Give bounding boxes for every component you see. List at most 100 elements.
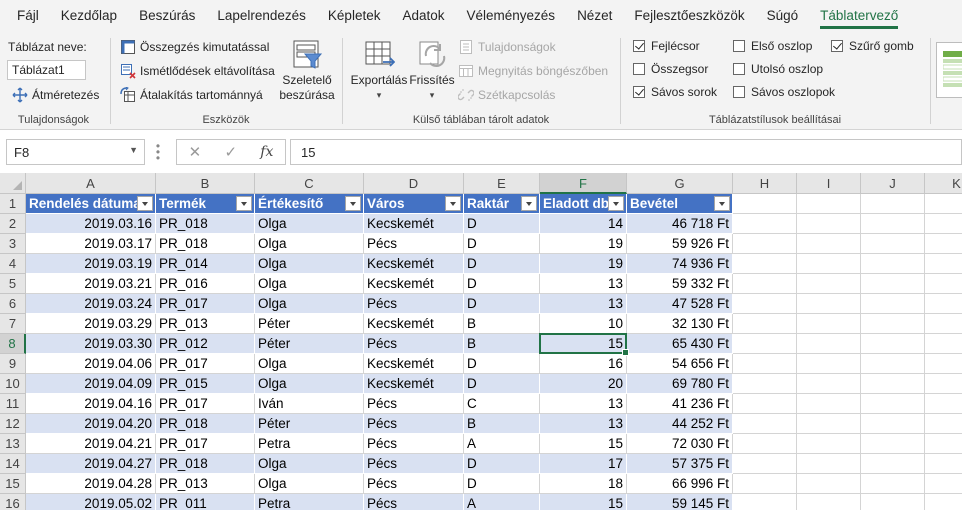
table-cell[interactable]: 2019.03.17 (26, 234, 156, 254)
resize-table-button[interactable]: Átméretezés (12, 87, 99, 103)
table-cell[interactable]: 69 780 Ft (627, 374, 733, 394)
empty-cell[interactable] (797, 194, 861, 214)
table-cell[interactable]: PR_013 (156, 314, 255, 334)
empty-cell[interactable] (797, 254, 861, 274)
column-header-e[interactable]: E (464, 173, 540, 194)
empty-cell[interactable] (733, 294, 797, 314)
table-cell[interactable]: 2019.04.28 (26, 474, 156, 494)
row-header-10[interactable]: 10 (0, 374, 26, 394)
first-column-checkbox[interactable]: Első oszlop (733, 39, 812, 53)
filter-dropdown-button[interactable] (714, 196, 730, 211)
table-header-cell[interactable]: Rendelés dátuma (26, 194, 156, 214)
table-cell[interactable]: Pécs (364, 454, 464, 474)
table-cell[interactable]: Pécs (364, 494, 464, 510)
table-cell[interactable]: A (464, 434, 540, 454)
row-header-7[interactable]: 7 (0, 314, 26, 334)
row-header-8[interactable]: 8 (0, 334, 26, 354)
table-cell[interactable]: Kecskemét (364, 274, 464, 294)
table-cell[interactable]: Olga (255, 374, 364, 394)
empty-cell[interactable] (925, 394, 962, 414)
table-cell[interactable]: Kecskemét (364, 214, 464, 234)
table-cell[interactable]: B (464, 334, 540, 354)
empty-cell[interactable] (797, 314, 861, 334)
empty-cell[interactable] (733, 454, 797, 474)
empty-cell[interactable] (925, 214, 962, 234)
filter-button-checkbox[interactable]: Szűrő gomb (831, 39, 914, 53)
empty-cell[interactable] (733, 374, 797, 394)
empty-cell[interactable] (861, 474, 925, 494)
banded-columns-check[interactable] (733, 86, 745, 98)
name-box[interactable]: F8 ▼ (6, 139, 145, 165)
table-cell[interactable]: Olga (255, 234, 364, 254)
remove-duplicates-button[interactable]: Ismétlődések eltávolítása (120, 63, 275, 79)
empty-cell[interactable] (733, 234, 797, 254)
table-cell[interactable]: Olga (255, 294, 364, 314)
table-cell[interactable]: C (464, 394, 540, 414)
banded-columns-checkbox[interactable]: Sávos oszlopok (733, 85, 835, 99)
table-cell[interactable]: PR_018 (156, 214, 255, 234)
row-header-5[interactable]: 5 (0, 274, 26, 294)
empty-cell[interactable] (797, 294, 861, 314)
first-column-check[interactable] (733, 40, 745, 52)
table-cell[interactable]: Petra (255, 494, 364, 510)
table-cell[interactable]: 18 (540, 474, 627, 494)
empty-cell[interactable] (733, 394, 797, 414)
last-column-check[interactable] (733, 63, 745, 75)
empty-cell[interactable] (925, 334, 962, 354)
filter-dropdown-button[interactable] (236, 196, 252, 211)
table-cell[interactable]: 10 (540, 314, 627, 334)
table-cell[interactable]: Petra (255, 434, 364, 454)
column-header-j[interactable]: J (861, 173, 925, 194)
table-cell[interactable]: 13 (540, 274, 627, 294)
table-cell[interactable]: PR_012 (156, 334, 255, 354)
empty-cell[interactable] (797, 354, 861, 374)
table-cell[interactable]: 2019.03.16 (26, 214, 156, 234)
column-header-d[interactable]: D (364, 173, 464, 194)
table-cell[interactable]: 2019.03.21 (26, 274, 156, 294)
empty-cell[interactable] (797, 474, 861, 494)
empty-cell[interactable] (797, 434, 861, 454)
table-cell[interactable]: Olga (255, 354, 364, 374)
table-cell[interactable]: 15 (540, 334, 627, 354)
table-cell[interactable]: 2019.05.02 (26, 494, 156, 510)
table-cell[interactable]: D (464, 474, 540, 494)
empty-cell[interactable] (925, 474, 962, 494)
table-cell[interactable]: Pécs (364, 334, 464, 354)
table-cell[interactable]: 2019.03.30 (26, 334, 156, 354)
table-cell[interactable]: 19 (540, 254, 627, 274)
table-header-cell[interactable]: Termék (156, 194, 255, 214)
header-row-check[interactable] (633, 40, 645, 52)
table-style-gallery[interactable] (936, 42, 962, 98)
row-header-15[interactable]: 15 (0, 474, 26, 494)
empty-cell[interactable] (925, 454, 962, 474)
table-cell[interactable]: 2019.04.16 (26, 394, 156, 414)
empty-cell[interactable] (861, 194, 925, 214)
unlink-button[interactable]: Szétkapcsolás (458, 87, 555, 103)
table-cell[interactable]: 2019.04.20 (26, 414, 156, 434)
table-cell[interactable]: Pécs (364, 414, 464, 434)
tab-review[interactable]: Véleményezés (456, 0, 567, 32)
empty-cell[interactable] (797, 234, 861, 254)
total-row-check[interactable] (633, 63, 645, 75)
table-cell[interactable]: 44 252 Ft (627, 414, 733, 434)
table-header-cell[interactable]: Város (364, 194, 464, 214)
empty-cell[interactable] (861, 454, 925, 474)
empty-cell[interactable] (861, 414, 925, 434)
table-cell[interactable]: PR_018 (156, 454, 255, 474)
filter-dropdown-button[interactable] (521, 196, 537, 211)
column-header-b[interactable]: B (156, 173, 255, 194)
row-header-1[interactable]: 1 (0, 194, 26, 214)
row-header-9[interactable]: 9 (0, 354, 26, 374)
table-cell[interactable]: B (464, 314, 540, 334)
table-cell[interactable]: PR_017 (156, 394, 255, 414)
table-cell[interactable]: 57 375 Ft (627, 454, 733, 474)
empty-cell[interactable] (733, 414, 797, 434)
banded-rows-checkbox[interactable]: Sávos sorok (633, 85, 717, 99)
empty-cell[interactable] (925, 294, 962, 314)
table-header-cell[interactable]: Értékesítő (255, 194, 364, 214)
empty-cell[interactable] (861, 494, 925, 510)
empty-cell[interactable] (797, 394, 861, 414)
tab-formulas[interactable]: Képletek (317, 0, 392, 32)
table-cell[interactable]: Olga (255, 454, 364, 474)
empty-cell[interactable] (797, 374, 861, 394)
